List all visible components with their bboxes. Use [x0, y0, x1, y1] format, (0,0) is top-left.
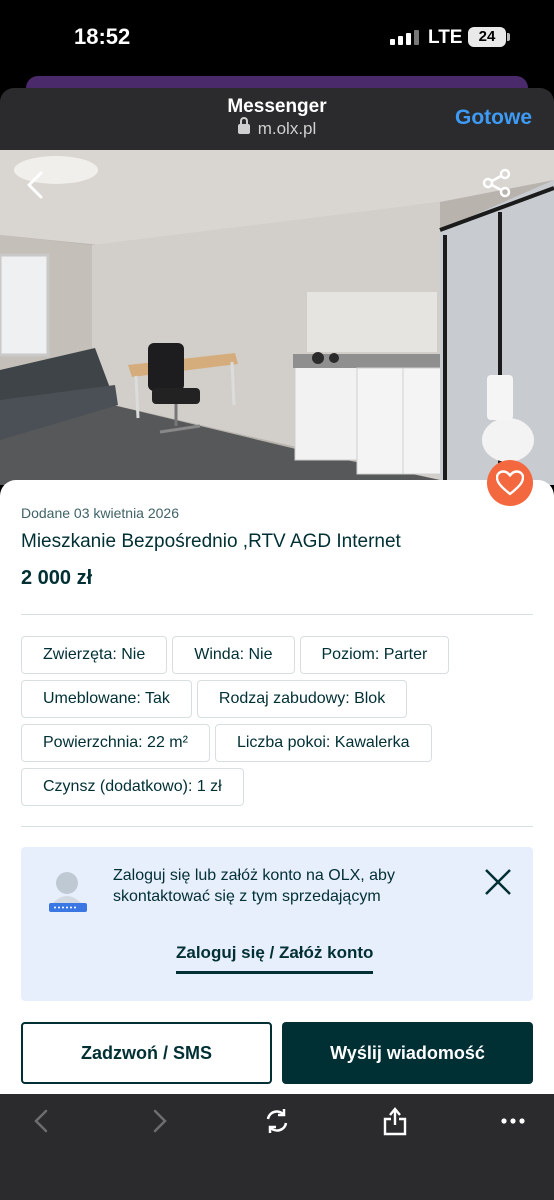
- share-icon[interactable]: [482, 168, 512, 203]
- param-tag: Umeblowane: Tak: [21, 680, 192, 718]
- share-sheet-icon[interactable]: [380, 1106, 410, 1136]
- login-message: Zaloguj się lub załóż konto na OLX, aby …: [113, 867, 395, 905]
- param-tag: Rodzaj zabudowy: Blok: [196, 680, 408, 718]
- added-date: Dodane 03 kwietnia 2026: [21, 505, 180, 521]
- browser-header: Messenger m.olx.pl Gotowe: [0, 88, 554, 150]
- login-link[interactable]: Zaloguj się / Załóż konto: [176, 943, 374, 974]
- browser-toolbar: [0, 1094, 554, 1200]
- network-type: LTE: [428, 27, 463, 48]
- param-tag: Powierzchnia: 22 m²: [21, 724, 210, 762]
- signal-icon: [390, 30, 419, 45]
- param-tag: Liczba pokoi: Kawalerka: [214, 724, 432, 762]
- done-button[interactable]: Gotowe: [455, 106, 532, 130]
- browser-back-icon[interactable]: [26, 1106, 56, 1136]
- url-text: m.olx.pl: [257, 119, 317, 138]
- listing-photo[interactable]: [0, 150, 554, 485]
- back-icon[interactable]: [22, 170, 52, 200]
- params-list: Zwierzęta: Nie Winda: Nie Poziom: Parter…: [21, 636, 536, 806]
- reload-icon[interactable]: [262, 1106, 292, 1136]
- battery-icon: 24: [468, 27, 506, 47]
- param-tag: Poziom: Parter: [299, 636, 450, 674]
- divider: [21, 826, 533, 827]
- heart-icon: [496, 470, 524, 496]
- param-tag: Winda: Nie: [172, 636, 295, 674]
- status-time: 18:52: [74, 24, 131, 49]
- more-icon[interactable]: [498, 1106, 528, 1136]
- param-tag: Zwierzęta: Nie: [21, 636, 168, 674]
- lock-icon: [237, 117, 250, 134]
- battery-tip: [507, 33, 510, 41]
- listing-details: Dodane 03 kwietnia 2026 Mieszkanie Bezpo…: [0, 480, 554, 1094]
- browser-forward-icon[interactable]: [145, 1106, 175, 1136]
- close-icon[interactable]: [483, 867, 513, 897]
- divider: [21, 614, 533, 615]
- user-avatar-icon: [47, 869, 89, 917]
- listing-title: Mieszkanie Bezpośrednio ,RTV AGD Interne…: [21, 531, 401, 552]
- status-bar: 18:52 LTE 24: [0, 0, 554, 80]
- listing-price: 2 000 zł: [21, 567, 93, 589]
- call-sms-button[interactable]: Zadzwoń / SMS: [21, 1022, 272, 1084]
- room-photo: [0, 150, 554, 485]
- favorite-button[interactable]: [487, 460, 533, 506]
- send-message-button[interactable]: Wyślij wiadomość: [282, 1022, 533, 1084]
- login-prompt: Zaloguj się lub załóż konto na OLX, aby …: [21, 847, 533, 1001]
- param-tag: Czynsz (dodatkowo): 1 zł: [21, 768, 244, 806]
